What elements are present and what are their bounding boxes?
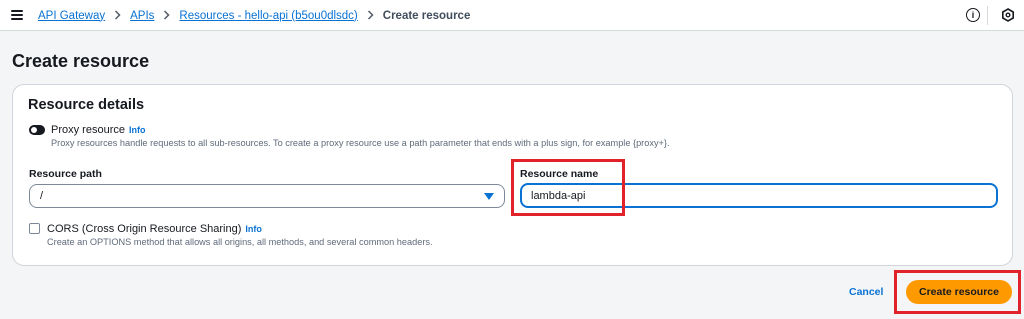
cancel-button[interactable]: Cancel (849, 286, 883, 298)
proxy-resource-label: Proxy resource Info (51, 124, 145, 136)
hexagon-settings-icon[interactable] (1001, 8, 1015, 22)
proxy-info-link[interactable]: Info (129, 125, 146, 135)
cors-info-link[interactable]: Info (245, 224, 262, 234)
cors-checkbox[interactable] (29, 223, 40, 234)
breadcrumb-resources[interactable]: Resources - hello-api (b5ou0dlsdc) (179, 10, 357, 22)
caret-down-icon (484, 193, 494, 200)
info-circle-icon[interactable]: i (966, 8, 980, 22)
cors-label: CORS (Cross Origin Resource Sharing) Info (47, 223, 262, 235)
cors-description: Create an OPTIONS method that allows all… (47, 237, 433, 247)
chevron-right-icon (163, 9, 170, 23)
top-navigation-bar: API Gateway APIs Resources - hello-api (… (0, 0, 1024, 31)
resource-path-value: / (40, 190, 44, 202)
breadcrumb: API Gateway APIs Resources - hello-api (… (38, 0, 470, 31)
breadcrumb-current: Create resource (382, 9, 471, 22)
chevron-right-icon (114, 9, 121, 23)
resource-details-panel: Resource details Proxy resource Info Prox… (12, 84, 1013, 266)
proxy-resource-description: Proxy resources handle requests to all s… (51, 138, 670, 148)
breadcrumb-apis[interactable]: APIs (130, 10, 154, 22)
section-heading: Resource details (28, 97, 145, 113)
cors-label-text: CORS (Cross Origin Resource Sharing) (47, 223, 242, 235)
page-title: Create resource (12, 51, 150, 71)
proxy-resource-toggle[interactable] (29, 125, 45, 135)
breadcrumb-api-gateway[interactable]: API Gateway (38, 10, 105, 22)
create-resource-button[interactable]: Create resource (906, 280, 1012, 304)
divider (987, 6, 988, 25)
resource-name-label: Resource name (520, 168, 599, 180)
resource-path-select[interactable]: / (29, 184, 505, 208)
hamburger-menu-icon[interactable] (11, 10, 23, 20)
proxy-resource-label-text: Proxy resource (51, 124, 125, 136)
chevron-right-icon (367, 9, 374, 23)
resource-name-input[interactable] (520, 183, 998, 208)
resource-path-label: Resource path (29, 168, 102, 180)
